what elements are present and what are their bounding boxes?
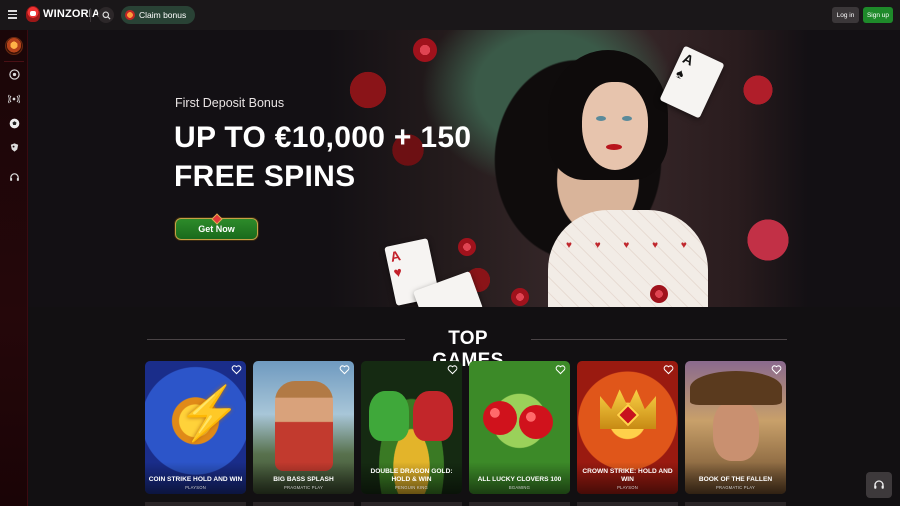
rose-decoration	[458, 238, 476, 256]
heart-icon[interactable]	[555, 364, 566, 375]
game-name: CROWN STRIKE: HOLD AND WIN	[582, 468, 673, 483]
signup-button[interactable]: Sign up	[863, 7, 893, 23]
top-bar: WINZORIA Claim bonus Log in Sign up	[0, 0, 900, 30]
rose-decoration	[511, 288, 529, 306]
red-dragon-illustration	[413, 391, 453, 441]
game-provider: PLAYSON	[617, 485, 638, 490]
menu-icon[interactable]	[6, 8, 20, 22]
game-caption: CROWN STRIKE: HOLD AND WIN PLAYSON	[577, 462, 678, 494]
next-row-peek	[145, 502, 787, 506]
game-provider: PRAGMATIC PLAY	[284, 485, 323, 490]
game-caption: DOUBLE DRAGON GOLD: HOLD & WIN PENGUIN K…	[361, 462, 462, 494]
games-grid: ⚡ COIN STRIKE HOLD AND WIN PLAYSON BIG B…	[145, 361, 787, 494]
game-card[interactable]: ALL LUCKY CLOVERS 100 BGAMING	[469, 361, 570, 494]
game-provider: PRAGMATIC PLAY	[716, 485, 755, 490]
hero-subtitle: First Deposit Bonus	[175, 96, 285, 110]
rose-decoration	[413, 38, 437, 62]
game-card[interactable]: CROWN STRIKE: HOLD AND WIN PLAYSON	[577, 361, 678, 494]
game-name: COIN STRIKE HOLD AND WIN	[148, 476, 243, 483]
heart-icon[interactable]	[447, 364, 458, 375]
game-card[interactable]: BOOK OF THE FALLEN PRAGMATIC PLAY	[685, 361, 786, 494]
game-card[interactable]: ⚡ COIN STRIKE HOLD AND WIN PLAYSON	[145, 361, 246, 494]
claim-bonus-button[interactable]: Claim bonus	[121, 6, 196, 24]
search-icon	[101, 10, 111, 20]
headset-icon	[874, 480, 884, 489]
gift-icon	[125, 10, 135, 20]
get-now-button[interactable]: Get Now	[175, 218, 258, 240]
heart-icon[interactable]	[339, 364, 350, 375]
fisherman-illustration	[275, 381, 333, 471]
hero-banner[interactable]: A♠ A♥ First Deposit Bonus UP TO €10,000 …	[28, 30, 900, 307]
game-card[interactable]: BIG BASS SPLASH PRAGMATIC PLAY	[253, 361, 354, 494]
game-name: DOUBLE DRAGON GOLD: HOLD & WIN	[370, 468, 453, 483]
headset-icon[interactable]	[8, 171, 20, 183]
green-dragon-illustration	[369, 391, 409, 441]
hero-character-dress	[548, 210, 708, 307]
rose-decoration	[650, 285, 668, 303]
cowboy-face-illustration	[713, 401, 759, 461]
top-games-header: TOP GAMES	[147, 328, 787, 371]
cherry-icon	[483, 401, 517, 435]
cowboy-hat-illustration	[690, 371, 782, 405]
section-divider-left	[147, 339, 405, 340]
game-name: ALL LUCKY CLOVERS 100	[477, 476, 562, 483]
roulette-icon[interactable]	[8, 68, 20, 80]
sidebar-divider	[4, 61, 24, 62]
lightning-bolt-icon: ⚡	[177, 385, 242, 443]
section-divider-right	[531, 339, 787, 340]
game-caption: BOOK OF THE FALLEN PRAGMATIC PLAY	[685, 462, 786, 494]
game-caption: COIN STRIKE HOLD AND WIN PLAYSON	[145, 462, 246, 494]
heart-icon[interactable]	[663, 364, 674, 375]
game-name: BIG BASS SPLASH	[273, 476, 334, 483]
hero-title: UP TO €10,000 + 150 FREE SPINS	[174, 118, 504, 196]
game-caption: ALL LUCKY CLOVERS 100 BGAMING	[469, 462, 570, 494]
hero-title-line2: FREE SPINS	[174, 160, 356, 193]
soccer-ball-icon[interactable]	[8, 117, 20, 129]
live-icon[interactable]	[8, 93, 20, 105]
cherry-icon	[519, 405, 553, 439]
sidebar-logo-icon[interactable]	[5, 37, 23, 55]
hero-character-face	[582, 82, 648, 170]
game-provider: BGAMING	[508, 485, 531, 490]
sidebar	[0, 30, 28, 506]
hero-title-line1: UP TO €10,000 + 150	[174, 121, 472, 154]
game-provider: PLAYSON	[185, 485, 206, 490]
brand-name: WINZORIA	[43, 8, 101, 20]
controller-icon[interactable]	[8, 141, 20, 153]
game-caption: BIG BASS SPLASH PRAGMATIC PLAY	[253, 462, 354, 494]
login-button[interactable]: Log in	[832, 7, 859, 23]
game-card[interactable]: DOUBLE DRAGON GOLD: HOLD & WIN PENGUIN K…	[361, 361, 462, 494]
search-button[interactable]	[98, 7, 114, 23]
heart-icon[interactable]	[231, 364, 242, 375]
game-provider: PENGUIN KING	[395, 485, 428, 490]
divider	[90, 8, 91, 22]
claim-bonus-label: Claim bonus	[139, 10, 187, 20]
game-name: BOOK OF THE FALLEN	[698, 476, 773, 483]
logo-mark	[26, 6, 40, 22]
support-chat-button[interactable]	[866, 472, 892, 498]
heart-icon[interactable]	[771, 364, 782, 375]
